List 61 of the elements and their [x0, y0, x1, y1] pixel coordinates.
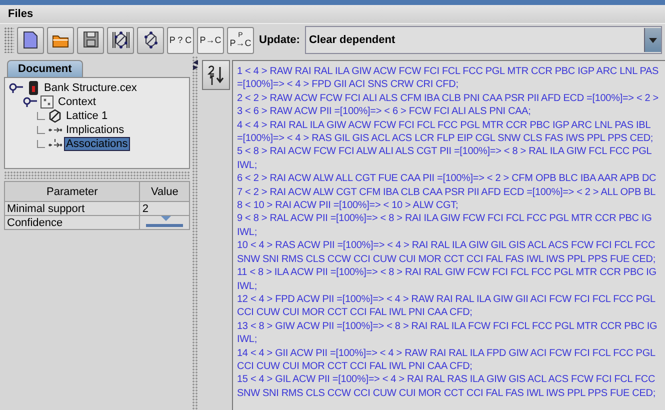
toolbar-button[interactable]	[77, 26, 104, 54]
tree-item[interactable]: Implications	[65, 124, 126, 136]
rule-line: 3 < 6 > RAW ACW PII =[100%]=> < 6 > FCW FCI ALI ALS PNI CAA;	[237, 105, 531, 119]
tree-item[interactable]: Bank Structure.cex	[43, 82, 138, 94]
rule-line: 11 < 8 > ILA ACW PII =[100%]=> < 8 > RAI RAL GIW FCW FCI FCL FCC PGL MTR CCR PBC IG	[237, 266, 656, 280]
tree-line-icon	[37, 112, 45, 120]
rule-line: =[100%]=> < 4 > RAS GIL GIS ACL ACS LCR FLP EIP CGL SNW CLS FAS IWS PPL PPS CED;	[237, 132, 654, 146]
rule-line: IWL;	[237, 226, 257, 240]
splitter-handle[interactable]	[4, 171, 190, 179]
column-header: Parameter	[4, 182, 140, 202]
sort-order-icon	[206, 64, 226, 86]
rule-line: CCI CUW CUI MOR CCT CCI FAL IWL PNI CAA CFD;	[237, 360, 472, 374]
rule-line: 12 < 4 > FPD ACW PII =[100%]=> < 4 > RAW RAI RAL ILA GIW GII ACI FCW FCI FCL FCC PGL	[237, 292, 656, 306]
rule-line: 2 < 2 > RAW ACW FCW FCI ALI ALS CFM IBA CLB PNI CAA PSR PII AFD ECD =[100%]=> < 2 >	[237, 92, 659, 106]
rule-line: =[100%]=> < 4 > FPD GII ACI SNS CRW CRI CFD;	[237, 78, 458, 92]
rule-line: 5 < 8 > RAI ACW FCW FCI ALW ALI ALS CGT PII =[100%]=> < 8 > RAL ILA GIW FCL FCC PGL	[237, 145, 652, 159]
toolbar-button[interactable]	[17, 26, 44, 54]
rule-line: 6 < 2 > RAI ACW ALW ALL CGT FUE CAA PII =[100%]=> < 2 > CFM OPB BLC IBA AAR APB DC	[237, 172, 656, 186]
rule-line: IWL;	[237, 158, 257, 172]
file-icon	[26, 80, 40, 96]
table-cell: Confidence	[4, 216, 140, 230]
context-icon	[40, 94, 54, 110]
tree-line-icon	[37, 126, 45, 134]
tree-line-icon	[37, 140, 45, 148]
toolbar-button[interactable]: P ? C	[167, 26, 194, 54]
column-header: Value	[140, 182, 190, 202]
rule-line: 1 < 4 > RAW RAI RAL ILA GIW ACW FCW FCI FCL FCC PGL MTR CCR PBC IGP ARC LNL PAS	[237, 65, 659, 78]
update-label: Update:	[259, 34, 300, 46]
document-tab[interactable]: Document	[7, 60, 83, 77]
rule-line: 10 < 4 > RAS ACW PII =[100%]=> < 4 > RAI RAL ILA GIW GIL GIS ACL ACS FCW FCI FCL FCC	[237, 239, 656, 253]
rule-line: SNW SNI RMS CLS CCW CCI CUW CUI MOR CCT CCI FAL FAS IWL IWS PPL PPS FUE CED;	[237, 252, 656, 266]
tree-item[interactable]: Associations	[65, 138, 129, 150]
rule-line: 9 < 8 > RAL ACW PII =[100%]=> < 8 > RAI ILA GIW FCW FCI FCL FCC PGL MTR CCR PBC IG	[237, 212, 652, 226]
rule-line: 15 < 4 > GIL ACW PII =[100%]=> < 4 > RAI RAL RAS ILA GIW GIS ACL ACS FCW FCI FCL FCC	[237, 373, 656, 387]
rule-line: 13 < 8 > GIW ACW PII =[100%]=> < 8 > RAI RAL ILA FCW FCI FCL FCC PGL MTR CCR PBC IG	[237, 320, 658, 334]
tree-item[interactable]: Context	[57, 96, 97, 108]
rule-line: IWL;	[237, 333, 257, 347]
rule-line: 7 < 2 > RAI ACW ALW CGT CFM IBA CLB CAA PSR PII AFD ECD =[100%]=> < 2 > ALL OPB BL	[237, 186, 656, 200]
dropdown-caret-icon	[649, 38, 657, 42]
tree-item[interactable]: Lattice 1	[65, 110, 109, 122]
rule-line: SNW SNI RMS CLS CCW CCI CUW CUI MOR CCT CCI FAL FAS IWL IWS PPL PPS FUE CED;	[237, 386, 656, 400]
toolbar-grip[interactable]	[4, 27, 14, 53]
slider-thumb[interactable]	[161, 216, 172, 221]
rule-line: 14 < 4 > GII ACW PII =[100%]=> < 4 > RAW RAI RAL ILA FPD GIW ACI FCW FCI FCL FCC PGL	[237, 346, 656, 360]
rule-line: IWL;	[237, 280, 257, 293]
collapse-arrows-icon	[192, 60, 198, 70]
new-document-icon	[20, 30, 40, 50]
lattice-icon	[110, 30, 130, 50]
rule-line: 8 < 10 > RAI ACW PII =[100%]=> < 10 > ALW CGT;	[237, 199, 458, 212]
toolbar-button[interactable]	[137, 26, 164, 54]
lattice-icon	[48, 108, 62, 124]
sort-button[interactable]	[202, 60, 230, 90]
table-cell: Minimal support	[4, 202, 140, 216]
toolbar-button[interactable]	[47, 26, 74, 54]
menu-item[interactable]: Files	[8, 8, 34, 20]
rule-line: CCI CUW CUI MOR CCT CCI FAL IWL PNI CAA CFD;	[237, 306, 472, 320]
update-dropdown[interactable]: Clear dependent	[304, 26, 662, 54]
toolbar-button[interactable]: P→C	[197, 26, 224, 54]
rule-line: 4 < 4 > RAI RAL ILA GIW ACW FCW FCI FCL FCC PGL MTR CCR PBC IGP ARC LNL PAS IBL	[237, 118, 651, 132]
table-cell[interactable]: 2	[140, 202, 190, 216]
toolbar-button[interactable]	[107, 26, 134, 54]
